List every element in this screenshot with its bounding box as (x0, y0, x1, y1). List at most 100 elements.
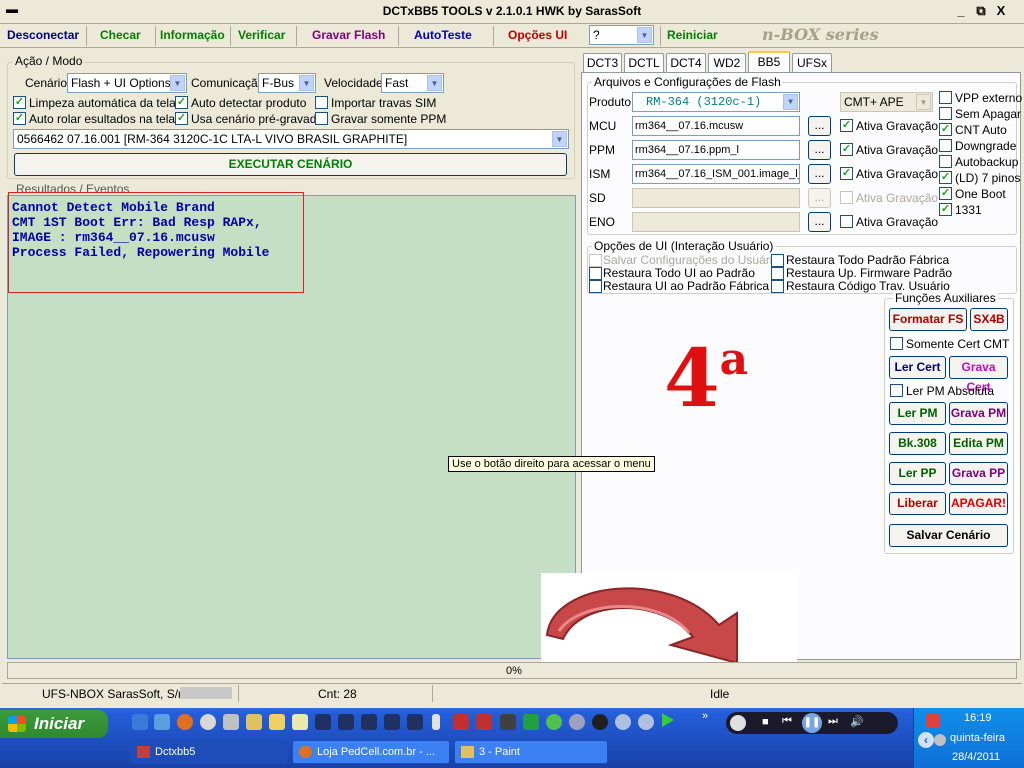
restore-button[interactable]: ⧉ (972, 3, 990, 20)
ler-pp-button[interactable]: Ler PP (889, 462, 946, 485)
eno-file-field[interactable] (632, 212, 800, 232)
gear-icon[interactable] (638, 714, 654, 730)
restaura-todo-ui-checkbox[interactable] (589, 267, 602, 280)
app-icon[interactable] (523, 714, 539, 730)
executar-cenario-button[interactable]: EXECUTAR CENÁRIO (14, 153, 567, 176)
start-button[interactable]: Iniciar (0, 710, 108, 738)
app-icon[interactable] (407, 714, 423, 730)
firefox-icon[interactable] (177, 714, 193, 730)
ism-file-field[interactable]: rm364__07.16_ISM_001.image_l_ (632, 164, 800, 184)
ler-cert-button[interactable]: Ler Cert (889, 356, 946, 379)
ppm-browse-button[interactable]: ... (808, 140, 831, 160)
restaura-firmware-checkbox[interactable] (771, 267, 784, 280)
eno-browse-button[interactable]: ... (808, 212, 831, 232)
grava-pm-button[interactable]: Grava PM (949, 402, 1008, 425)
chevron-icon[interactable]: » (702, 710, 708, 722)
tab-dct4[interactable]: DCT4 (666, 53, 706, 73)
sd-ativa-checkbox[interactable] (840, 191, 853, 204)
restaura-ui-fabrica-checkbox[interactable] (589, 280, 602, 293)
downgrade-checkbox[interactable] (939, 139, 952, 152)
mcu-browse-button[interactable]: ... (808, 116, 831, 136)
gravar-flash-button[interactable]: Gravar Flash (312, 28, 385, 42)
limpeza-checkbox[interactable]: ✓ (13, 96, 26, 109)
somente-cert-checkbox[interactable] (890, 337, 903, 350)
previous-icon[interactable]: ⏮ (782, 715, 792, 728)
restaura-codigo-checkbox[interactable] (771, 280, 784, 293)
ie-icon[interactable] (132, 714, 148, 730)
auto-rolar-checkbox[interactable]: ✓ (13, 112, 26, 125)
restaura-todo-fabrica-checkbox[interactable] (771, 254, 784, 267)
checar-button[interactable]: Checar (100, 28, 141, 42)
ism-ativa-checkbox[interactable]: ✓ (840, 167, 853, 180)
ppm-ativa-checkbox[interactable]: ✓ (840, 143, 853, 156)
eno-ativa-checkbox[interactable] (840, 215, 853, 228)
option-1331-checkbox[interactable]: ✓ (939, 203, 952, 216)
app-icon[interactable] (500, 714, 516, 730)
app-icon[interactable] (292, 714, 308, 730)
cenario-select[interactable]: Flash + UI Options ▼ (67, 73, 187, 93)
tab-dctl[interactable]: DCTL (624, 53, 664, 73)
cnt-auto-checkbox[interactable]: ✓ (939, 123, 952, 136)
preset-select[interactable]: 0566462 07.16.001 [RM-364 3120C-1C LTA-L… (13, 129, 569, 149)
desconectar-button[interactable]: Desconectar (7, 28, 79, 42)
browser-icon[interactable] (154, 714, 170, 730)
salvar-config-checkbox[interactable] (589, 254, 602, 267)
pause-icon[interactable]: ❚❚ (802, 713, 822, 733)
folder-icon[interactable] (269, 714, 285, 730)
usa-cenario-checkbox[interactable]: ✓ (175, 112, 188, 125)
app-icon[interactable] (361, 714, 377, 730)
formatar-fs-button[interactable]: Formatar FS (889, 308, 967, 331)
velocidade-select[interactable]: Fast ▼ (381, 73, 444, 93)
one-boot-checkbox[interactable]: ✓ (939, 187, 952, 200)
clock-time[interactable]: 16:19 (964, 712, 992, 724)
close-button[interactable]: X (992, 3, 1010, 20)
taskbar-window-paint[interactable]: 3 - Paint (454, 740, 608, 764)
gravar-ppm-checkbox[interactable] (315, 112, 328, 125)
grava-cert-button[interactable]: Grava Cert (949, 356, 1008, 394)
ism-browse-button[interactable]: ... (808, 164, 831, 184)
media-player-bar[interactable]: ■ ⏮ ❚❚ ⏭ 🔊 (726, 712, 898, 734)
sem-apagar-checkbox[interactable] (939, 107, 952, 120)
autoteste-button[interactable]: AutoTeste (414, 28, 472, 42)
tray-app-icon[interactable] (926, 714, 940, 728)
comunicacao-select[interactable]: F-Bus ▼ (258, 73, 316, 93)
next-icon[interactable]: ⏭ (828, 715, 838, 728)
motorola-icon[interactable] (592, 714, 608, 730)
autobackup-checkbox[interactable] (939, 155, 952, 168)
mcu-ativa-checkbox[interactable]: ✓ (840, 119, 853, 132)
salvar-cenario-button[interactable]: Salvar Cenário (889, 524, 1008, 547)
sx4b-button[interactable]: SX4B (970, 308, 1008, 331)
auto-detectar-checkbox[interactable]: ✓ (175, 96, 188, 109)
tab-wd2[interactable]: WD2 (708, 53, 746, 73)
mcu-file-field[interactable]: rm364__07.16.mcusw (632, 116, 800, 136)
app-icon[interactable] (384, 714, 400, 730)
app-icon[interactable] (476, 714, 492, 730)
ler-pm-button[interactable]: Ler PM (889, 402, 946, 425)
liberar-button[interactable]: Liberar (889, 492, 946, 515)
language-select[interactable]: ? ▼ (589, 25, 654, 45)
app-icon[interactable] (546, 714, 562, 730)
sd-file-field[interactable] (632, 188, 800, 208)
produto-select[interactable]: RM-364 (3120c-1) ▼ (632, 92, 800, 112)
play-icon[interactable] (662, 713, 674, 727)
taskbar-window-dctxbb5[interactable]: Dctxbb5 (130, 740, 288, 764)
grava-pp-button[interactable]: Grava PP (949, 462, 1008, 485)
reiniciar-button[interactable]: Reiniciar (667, 28, 718, 42)
minimize-button[interactable]: _ (952, 3, 970, 20)
app-icon[interactable] (223, 714, 239, 730)
stop-icon[interactable]: ■ (762, 716, 769, 728)
verificar-button[interactable]: Verificar (238, 28, 285, 42)
media-icon[interactable] (200, 714, 216, 730)
gear-icon[interactable] (615, 714, 631, 730)
tab-bb5[interactable]: BB5 (748, 51, 790, 73)
chevron-left-icon[interactable]: ‹ (918, 732, 934, 748)
bk308-button[interactable]: Bk.308 (889, 432, 946, 455)
ler-pm-absoluta-checkbox[interactable] (890, 384, 903, 397)
tab-dct3[interactable]: DCT3 (583, 53, 622, 73)
edita-pm-button[interactable]: Edita PM (949, 432, 1008, 455)
tool-icon[interactable] (246, 714, 262, 730)
informacao-button[interactable]: Informação (160, 28, 225, 42)
app-icon[interactable] (432, 714, 440, 730)
ld-7-pinos-checkbox[interactable]: ✓ (939, 171, 952, 184)
importar-travas-checkbox[interactable] (315, 96, 328, 109)
